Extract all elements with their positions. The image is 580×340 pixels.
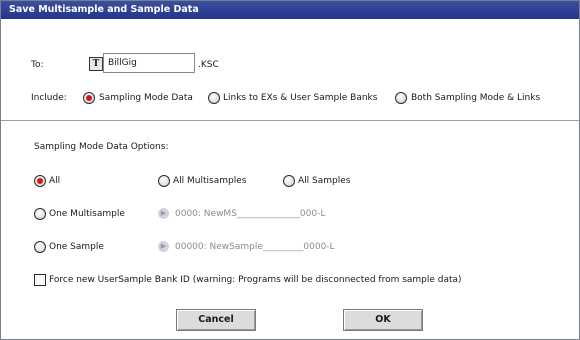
section-divider: [1, 120, 579, 121]
force-bank-checkbox[interactable]: [34, 274, 46, 286]
text-edit-button[interactable]: T: [89, 57, 103, 71]
dialog-title: Save Multisample and Sample Data: [1, 1, 579, 19]
filename-input[interactable]: BillGig: [103, 53, 195, 73]
option-all-multisamples-label[interactable]: All Multisamples: [173, 176, 246, 186]
include-links-radio[interactable]: [208, 92, 220, 104]
to-label: To:: [31, 60, 44, 70]
options-heading: Sampling Mode Data Options:: [34, 142, 169, 152]
option-one-multisample-label[interactable]: One Multisample: [49, 209, 125, 219]
ok-button[interactable]: OK: [343, 309, 423, 331]
include-both-radio[interactable]: [395, 92, 407, 104]
option-all-samples-label[interactable]: All Samples: [298, 176, 350, 186]
file-extension: .KSC: [198, 60, 219, 70]
option-one-multisample-radio[interactable]: [34, 208, 46, 220]
include-both-label[interactable]: Both Sampling Mode & Links: [411, 93, 540, 103]
include-label: Include:: [31, 93, 67, 103]
option-all-label[interactable]: All: [49, 176, 60, 186]
sample-select-icon[interactable]: ▶: [158, 241, 169, 252]
cancel-button[interactable]: Cancel: [176, 309, 256, 331]
force-bank-label[interactable]: Force new UserSample Bank ID (warning: P…: [49, 275, 462, 285]
sample-value: 00000: NewSample_________0000-L: [175, 242, 335, 252]
option-one-sample-label[interactable]: One Sample: [49, 242, 104, 252]
option-all-multisamples-radio[interactable]: [158, 175, 170, 187]
save-dialog: Save Multisample and Sample Data To: T B…: [0, 0, 580, 340]
include-sampling-mode-radio[interactable]: [83, 92, 95, 104]
multisample-select-icon[interactable]: ▶: [158, 208, 169, 219]
include-sampling-mode-label[interactable]: Sampling Mode Data: [99, 93, 193, 103]
multisample-value: 0000: NewMS______________000-L: [175, 209, 326, 219]
option-all-samples-radio[interactable]: [283, 175, 295, 187]
option-one-sample-radio[interactable]: [34, 241, 46, 253]
option-all-radio[interactable]: [34, 175, 46, 187]
include-links-label[interactable]: Links to EXs & User Sample Banks: [223, 93, 377, 103]
